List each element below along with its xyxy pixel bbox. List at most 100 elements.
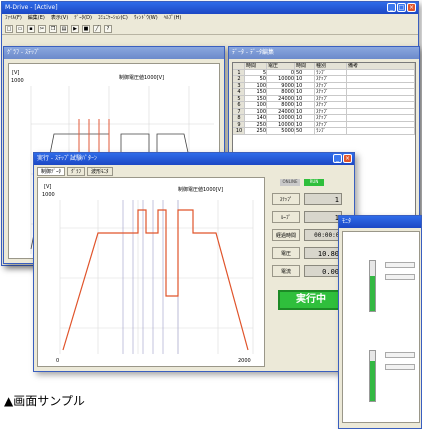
- col-header-note: 備考: [347, 63, 415, 69]
- table-cell: 250: [245, 128, 267, 134]
- table-cell: 10: [295, 76, 315, 82]
- tab-control-data[interactable]: 制御ﾃﾞｰﾀ: [37, 167, 66, 176]
- tab-graph[interactable]: ｸﾞﾗﾌ: [67, 167, 86, 176]
- voltage-label: 電圧: [272, 247, 300, 259]
- table-cell: ｽﾃｯﾌﾟ: [315, 115, 347, 121]
- monitor-field-2: [385, 274, 415, 280]
- caption: ▲画面サンプル: [4, 394, 85, 408]
- table-cell: 0: [267, 69, 295, 75]
- elapsed-label: 経過時間: [272, 229, 300, 241]
- monitor-window-title: ﾓﾆﾀ: [342, 218, 352, 225]
- table-cell: 3: [233, 82, 245, 88]
- col-header-voltage: 電圧: [267, 63, 295, 69]
- run-minimize-button[interactable]: _: [333, 154, 342, 163]
- graph-icon[interactable]: ╱: [93, 25, 101, 33]
- table-cell: 6: [233, 102, 245, 108]
- col-header-index: [233, 63, 245, 69]
- run-plot-svg: [59, 200, 254, 354]
- table-cell: 50: [245, 76, 267, 82]
- voltage-value: 10.80: [304, 247, 342, 259]
- status-run: RUN: [304, 179, 324, 186]
- status-online: ONLINE: [280, 179, 300, 186]
- table-cell: 10000: [267, 76, 295, 82]
- menu-file[interactable]: ﾌｧｲﾙ(F): [5, 14, 22, 23]
- menu-window[interactable]: ｳｨﾝﾄﾞｳ(W): [134, 14, 158, 23]
- monitor-bar-2: [369, 350, 376, 402]
- table-cell: 150: [245, 89, 267, 95]
- table-cell: [347, 82, 415, 88]
- table-cell: 50: [295, 128, 315, 134]
- table-cell: 8000: [267, 89, 295, 95]
- menu-edit[interactable]: 編集(E): [28, 14, 45, 23]
- loop-value: 1: [304, 211, 342, 223]
- data-window-title: ﾃﾞｰﾀ - ﾃﾞｰﾀ編集: [232, 49, 274, 56]
- menu-communication[interactable]: ｺﾐｭﾆｹｰｼｮﾝ(C): [98, 14, 128, 23]
- save-icon[interactable]: ▪: [27, 25, 35, 33]
- table-cell: ｽﾃｯﾌﾟ: [315, 89, 347, 95]
- table-cell: ｽﾃｯﾌﾟ: [315, 121, 347, 127]
- table-cell: 250: [245, 121, 267, 127]
- table-cell: 7: [233, 108, 245, 114]
- col-header-duration: 時間: [295, 63, 315, 69]
- table-cell: 8: [233, 115, 245, 121]
- menu-data[interactable]: ﾃﾞｰﾀ(D): [74, 14, 92, 23]
- stop-icon[interactable]: ■: [82, 25, 90, 33]
- toolbar: □ ▭ ▪ ✂ ❐ ▤ ▶ ■ ╱ ?: [2, 23, 418, 35]
- table-cell: [347, 102, 415, 108]
- help-icon[interactable]: ?: [104, 25, 112, 33]
- table-cell: 5: [245, 69, 267, 75]
- run-close-button[interactable]: ×: [343, 154, 352, 163]
- open-file-icon[interactable]: ▭: [16, 25, 24, 33]
- running-indicator-button[interactable]: 実行中: [278, 290, 344, 310]
- table-cell: [347, 108, 415, 114]
- run-plot: [V] 1000 制御電圧値1000[V] 0 2000: [37, 177, 265, 367]
- maximize-button[interactable]: □: [397, 3, 406, 12]
- cut-icon[interactable]: ✂: [38, 25, 46, 33]
- table-body: 1 5 0 50 ﾗﾝﾌﾟ 2 50 10000 10 ｽﾃｯﾌﾟ 3 100 9000 10 ｽﾃｯﾌﾟ 4…: [233, 69, 415, 135]
- table-cell: [347, 69, 415, 75]
- menu-help[interactable]: ﾍﾙﾌﾟ(H): [164, 14, 182, 23]
- table-cell: 10: [295, 89, 315, 95]
- run-titlebar: 実行 - ｽﾃｯﾌﾟ試験ﾊﾟﾀｰﾝ _ ×: [34, 153, 354, 165]
- close-button[interactable]: ×: [407, 3, 416, 12]
- table-cell: [347, 121, 415, 127]
- table-cell: 10: [295, 82, 315, 88]
- table-cell: 10000: [267, 121, 295, 127]
- minimize-button[interactable]: _: [387, 3, 396, 12]
- table-cell: ﾗﾝﾌﾟ: [315, 69, 347, 75]
- menu-bar: ﾌｧｲﾙ(F) 編集(E) 表示(V) ﾃﾞｰﾀ(D) ｺﾐｭﾆｹｰｼｮﾝ(C)…: [2, 14, 418, 23]
- table-cell: 5: [233, 95, 245, 101]
- current-label: 電流: [272, 265, 300, 277]
- copy-icon[interactable]: ❐: [49, 25, 57, 33]
- main-titlebar: M-Drive - [Active] _ □ ×: [2, 2, 418, 14]
- paste-icon[interactable]: ▤: [60, 25, 68, 33]
- run-window: 実行 - ｽﾃｯﾌﾟ試験ﾊﾟﾀｰﾝ _ × 制御ﾃﾞｰﾀ ｸﾞﾗﾌ 波形ﾓﾆﾀ …: [33, 152, 355, 372]
- tab-waveform[interactable]: 波形ﾓﾆﾀ: [87, 167, 113, 176]
- table-cell: ｽﾃｯﾌﾟ: [315, 95, 347, 101]
- main-window-title: M-Drive - [Active]: [5, 4, 58, 11]
- table-cell: ﾗﾝﾌﾟ: [315, 128, 347, 134]
- loop-label: ﾙｰﾌﾟ: [272, 211, 300, 223]
- monitor-panel: [342, 231, 420, 423]
- data-titlebar: ﾃﾞｰﾀ - ﾃﾞｰﾀ編集: [229, 47, 419, 59]
- run-icon[interactable]: ▶: [71, 25, 79, 33]
- table-cell: 50: [295, 69, 315, 75]
- table-cell: 9000: [267, 82, 295, 88]
- monitor-bar-1: [369, 260, 376, 312]
- table-cell: 140: [245, 115, 267, 121]
- table-cell: ｽﾃｯﾌﾟ: [315, 102, 347, 108]
- monitor-field-1: [385, 262, 415, 268]
- menu-view[interactable]: 表示(V): [51, 14, 68, 23]
- table-cell: 150: [245, 95, 267, 101]
- table-cell: 5000: [267, 128, 295, 134]
- table-cell: [347, 76, 415, 82]
- table-cell: ｽﾃｯﾌﾟ: [315, 82, 347, 88]
- monitor-field-4: [385, 364, 415, 370]
- table-cell: 10: [295, 121, 315, 127]
- table-cell: 2: [233, 76, 245, 82]
- table-row[interactable]: 10 250 5000 50 ﾗﾝﾌﾟ: [233, 128, 415, 135]
- table-cell: 100: [245, 82, 267, 88]
- table-cell: 10: [295, 102, 315, 108]
- new-file-icon[interactable]: □: [5, 25, 13, 33]
- table-cell: [347, 89, 415, 95]
